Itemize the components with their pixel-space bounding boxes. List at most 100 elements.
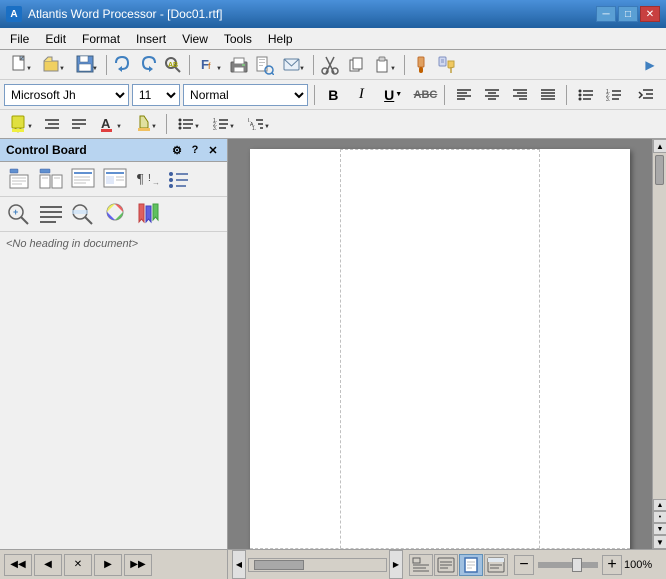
menu-insert[interactable]: Insert bbox=[128, 30, 174, 48]
menu-format[interactable]: Format bbox=[74, 30, 128, 48]
window-controls: ─ □ ✕ bbox=[596, 6, 660, 22]
doc-right-margin bbox=[539, 149, 540, 549]
svg-text:f: f bbox=[208, 61, 211, 71]
redo-button[interactable] bbox=[136, 53, 160, 77]
svg-text:1.: 1. bbox=[252, 126, 256, 132]
list-indent-btn-2[interactable] bbox=[66, 112, 92, 136]
open-button[interactable]: ▼ bbox=[37, 53, 69, 77]
view-web-button[interactable] bbox=[434, 554, 458, 576]
list-type-btn[interactable]: ▼ bbox=[171, 112, 205, 136]
cut-button[interactable] bbox=[318, 53, 342, 77]
bullet-list-button[interactable] bbox=[573, 83, 598, 107]
nav-prev-button[interactable]: ◀ bbox=[34, 554, 62, 576]
view-outline-button[interactable] bbox=[484, 554, 508, 576]
maximize-button[interactable]: □ bbox=[618, 6, 638, 22]
scroll-dots-button[interactable]: • bbox=[653, 511, 666, 523]
toolbar-scroll-right[interactable]: ▶ bbox=[638, 53, 662, 77]
svg-text:▼: ▼ bbox=[92, 66, 97, 72]
cb-help-icon[interactable]: ? bbox=[187, 142, 203, 158]
zoom-slider-thumb[interactable] bbox=[572, 558, 582, 572]
cb-settings-icon[interactable]: ⚙ bbox=[169, 142, 185, 158]
font-name-select[interactable]: Microsoft Jh bbox=[4, 84, 129, 106]
find-button[interactable]: AB bbox=[161, 53, 185, 77]
italic-button[interactable]: I bbox=[349, 83, 374, 107]
toolbar-sep-5 bbox=[314, 85, 315, 105]
paint-bucket-button[interactable]: ▼ bbox=[128, 112, 162, 136]
align-right-button[interactable] bbox=[507, 83, 532, 107]
cb-lines-btn[interactable] bbox=[36, 200, 66, 228]
svg-text:+: + bbox=[13, 207, 18, 217]
cb-special-chars[interactable]: ¶ ! → bbox=[132, 165, 162, 193]
menu-edit[interactable]: Edit bbox=[37, 30, 74, 48]
font-color-button[interactable]: A ▼ bbox=[93, 112, 127, 136]
minimize-button[interactable]: ─ bbox=[596, 6, 616, 22]
cb-page-style-4[interactable] bbox=[100, 165, 130, 193]
preview-button[interactable] bbox=[252, 53, 276, 77]
menu-help[interactable]: Help bbox=[260, 30, 301, 48]
copy-button[interactable] bbox=[343, 53, 367, 77]
toolbar-sep-1 bbox=[106, 55, 107, 75]
menu-view[interactable]: View bbox=[174, 30, 216, 48]
save-button[interactable]: ▼ bbox=[70, 53, 102, 77]
h-scroll-track[interactable] bbox=[248, 558, 387, 572]
numbered-list-button[interactable]: 1. 2. 3. bbox=[601, 83, 626, 107]
main-content: Control Board ⚙ ? ✕ bbox=[0, 139, 666, 549]
nav-first-button[interactable]: ◀◀ bbox=[4, 554, 32, 576]
scroll-track[interactable] bbox=[653, 153, 666, 499]
document-page[interactable] bbox=[250, 149, 630, 549]
align-left-button[interactable] bbox=[451, 83, 476, 107]
scroll-thumb[interactable] bbox=[655, 155, 664, 185]
email-button[interactable]: ▼ bbox=[277, 53, 309, 77]
underline-button[interactable]: U ▼ bbox=[377, 83, 410, 107]
brush-button[interactable] bbox=[409, 53, 433, 77]
close-button[interactable]: ✕ bbox=[640, 6, 660, 22]
cb-close-icon[interactable]: ✕ bbox=[205, 142, 221, 158]
new-button[interactable]: ▼ bbox=[4, 53, 36, 77]
view-page-button[interactable] bbox=[459, 554, 483, 576]
format-paint-button[interactable] bbox=[434, 53, 458, 77]
align-justify-button[interactable] bbox=[535, 83, 560, 107]
scroll-down-button[interactable]: ▼ bbox=[653, 535, 666, 549]
outline-list-btn[interactable]: I. A. 1. ▼ bbox=[241, 112, 275, 136]
cb-color-btn[interactable] bbox=[100, 200, 130, 228]
nav-next-button[interactable]: ▶ bbox=[94, 554, 122, 576]
control-board: Control Board ⚙ ? ✕ bbox=[0, 139, 228, 549]
scroll-up-button[interactable]: ▲ bbox=[653, 139, 666, 153]
list-indent-btn-1[interactable] bbox=[39, 112, 65, 136]
font-menu-button[interactable]: F f ▼ bbox=[194, 53, 226, 77]
h-scroll-left-button[interactable]: ◀ bbox=[232, 550, 246, 579]
scroll-next-page-button[interactable]: ▼ bbox=[653, 523, 666, 535]
h-scroll-right-button[interactable]: ▶ bbox=[389, 550, 403, 579]
scroll-prev-page-button[interactable]: ▲ bbox=[653, 499, 666, 511]
cb-list-btn[interactable] bbox=[164, 165, 194, 193]
nav-stop-button[interactable]: ✕ bbox=[64, 554, 92, 576]
cb-search-btn[interactable] bbox=[68, 200, 98, 228]
control-board-header: Control Board ⚙ ? ✕ bbox=[0, 139, 227, 162]
svg-text:▼: ▼ bbox=[26, 66, 31, 72]
font-size-select[interactable]: 11 89101214 bbox=[132, 84, 180, 106]
align-center-button[interactable] bbox=[479, 83, 504, 107]
control-board-title: Control Board bbox=[6, 143, 169, 157]
undo-button[interactable] bbox=[111, 53, 135, 77]
document-scroll[interactable] bbox=[228, 139, 652, 549]
cb-bookmarks-btn[interactable] bbox=[132, 200, 162, 228]
menu-file[interactable]: File bbox=[2, 30, 37, 48]
style-select[interactable]: Normal Heading 1 Heading 2 Bold bbox=[183, 84, 308, 106]
print-button[interactable] bbox=[227, 53, 251, 77]
cb-page-style-3[interactable] bbox=[68, 165, 98, 193]
h-scroll-thumb[interactable] bbox=[254, 560, 304, 570]
zoom-slider[interactable] bbox=[538, 562, 598, 568]
strikethrough-button[interactable]: ABC bbox=[413, 83, 439, 107]
indent-more-button[interactable]: ▼ bbox=[629, 83, 662, 107]
cb-page-style-2[interactable] bbox=[36, 165, 66, 193]
view-normal-button[interactable] bbox=[409, 554, 433, 576]
bold-button[interactable]: B bbox=[321, 83, 346, 107]
menu-tools[interactable]: Tools bbox=[216, 30, 260, 48]
paste-button[interactable]: ▼ bbox=[368, 53, 400, 77]
svg-text:AB: AB bbox=[168, 62, 178, 69]
nav-last-button[interactable]: ▶▶ bbox=[124, 554, 152, 576]
highlight-color-button[interactable]: ▼ bbox=[4, 112, 38, 136]
cb-zoom-btn[interactable]: + bbox=[4, 200, 34, 228]
numbered-list-type-btn[interactable]: 1. 2. 3. ▼ bbox=[206, 112, 240, 136]
cb-page-style-1[interactable] bbox=[4, 165, 34, 193]
